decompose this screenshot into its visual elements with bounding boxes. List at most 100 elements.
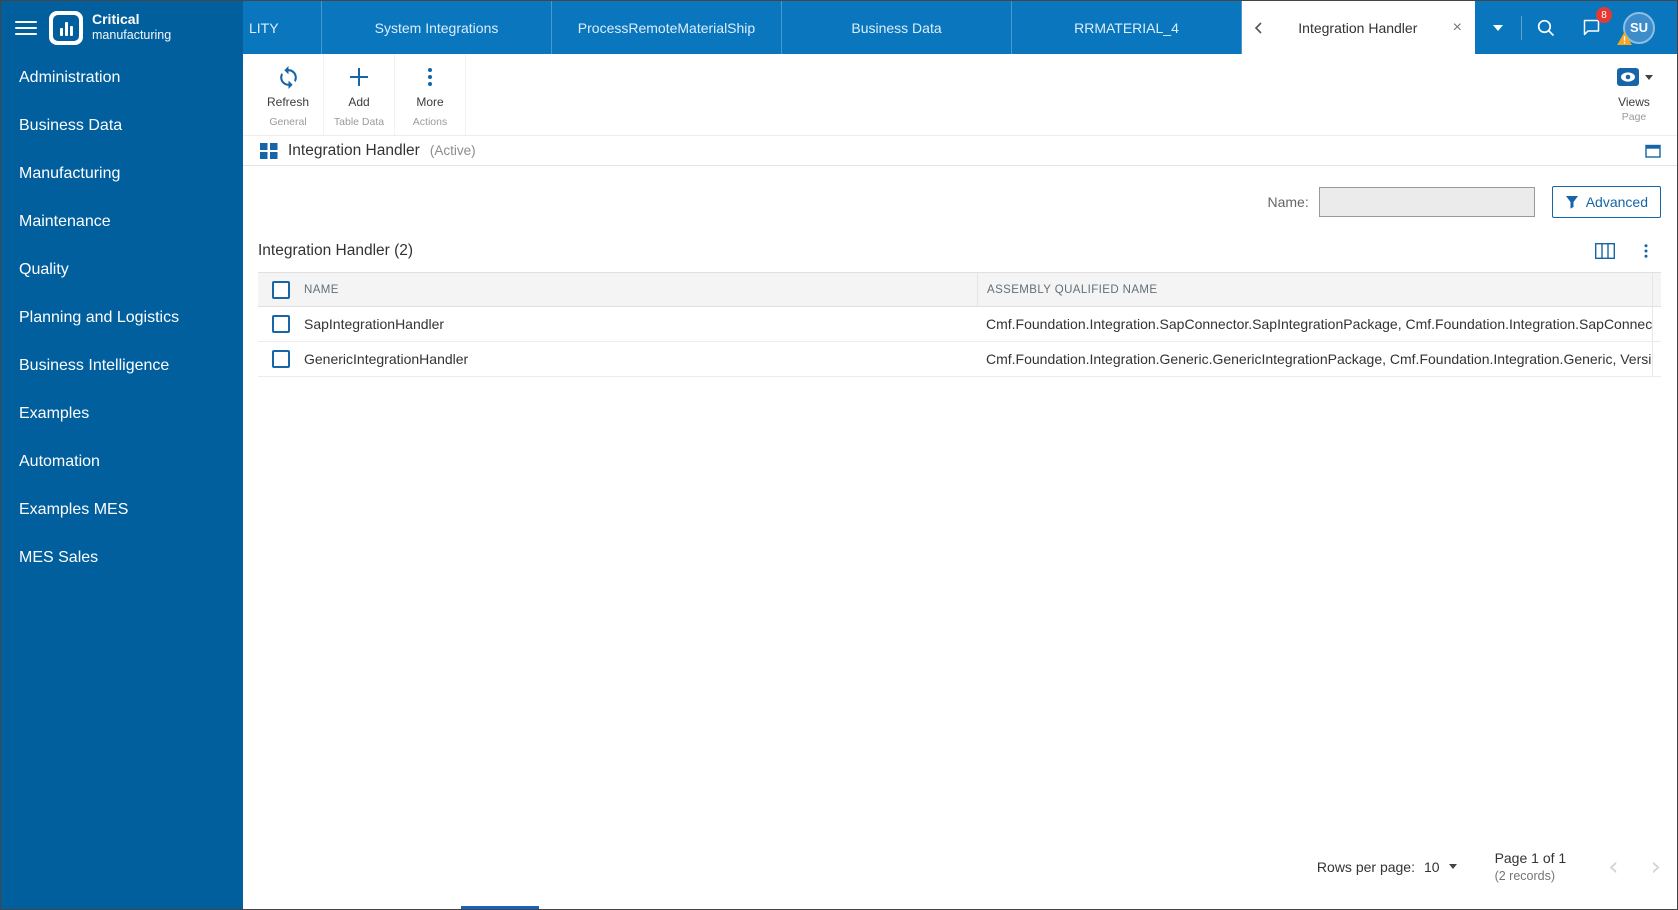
sidebar-header: Critical manufacturing <box>1 1 243 54</box>
views-button[interactable]: Views <box>1615 54 1653 109</box>
horizontal-scrollbar-thumb[interactable] <box>461 906 539 909</box>
refresh-label: Refresh <box>267 95 309 109</box>
search-icon <box>1535 17 1556 38</box>
app-window: Critical manufacturing Administration Bu… <box>0 0 1678 910</box>
company-logo: Critical manufacturing <box>49 11 171 45</box>
sidebar-item-label: Automation <box>19 453 100 471</box>
page-status: (Active) <box>430 143 476 158</box>
tab-rrmaterial-4[interactable]: RRMATERIAL_4 <box>1012 1 1242 54</box>
sidebar: Critical manufacturing Administration Bu… <box>1 1 243 909</box>
bar-chart-logo-icon <box>49 11 83 45</box>
more-label: More <box>416 95 443 109</box>
page-title: Integration Handler <box>288 142 420 160</box>
add-button[interactable]: Add <box>324 54 394 114</box>
advanced-filter-button[interactable]: Advanced <box>1552 186 1661 218</box>
sidebar-item-examples-mes[interactable]: Examples MES <box>1 486 243 534</box>
name-filter-label: Name: <box>1267 194 1308 210</box>
sidebar-item-label: Quality <box>19 261 69 279</box>
chevron-down-icon <box>1449 864 1457 869</box>
sidebar-item-business-data[interactable]: Business Data <box>1 102 243 150</box>
hamburger-menu-icon[interactable] <box>15 21 37 35</box>
logo-title: Critical <box>92 12 171 27</box>
columns-icon <box>1595 243 1615 259</box>
sidebar-item-mes-sales[interactable]: MES Sales <box>1 534 243 582</box>
header-gutter <box>1652 273 1661 306</box>
kebab-menu-icon <box>418 63 442 91</box>
plus-icon <box>346 63 372 91</box>
more-button[interactable]: More <box>395 54 465 114</box>
tab-label: LITY <box>249 20 279 36</box>
toolbar-group-label-table-data: Table Data <box>328 114 390 135</box>
close-icon[interactable]: × <box>1450 18 1465 38</box>
cell-name: GenericIntegrationHandler <box>304 351 977 367</box>
sidebar-item-automation[interactable]: Automation <box>1 438 243 486</box>
tab-system-integrations[interactable]: System Integrations <box>322 1 552 54</box>
sidebar-item-administration[interactable]: Administration <box>1 54 243 102</box>
sidebar-item-examples[interactable]: Examples <box>1 390 243 438</box>
column-header-assembly-qualified-name[interactable]: ASSEMBLY QUALIFIED NAME <box>977 273 1652 306</box>
sidebar-item-maintenance[interactable]: Maintenance <box>1 198 243 246</box>
notification-badge: 8 <box>1596 7 1612 23</box>
row-checkbox[interactable] <box>272 350 290 368</box>
refresh-button[interactable]: Refresh <box>253 54 323 114</box>
entity-grid-icon <box>260 143 278 159</box>
logo-subtitle: manufacturing <box>92 29 171 43</box>
select-all-checkbox[interactable] <box>272 281 290 299</box>
table-header-row: NAME ASSEMBLY QUALIFIED NAME <box>258 273 1661 307</box>
tab-integration-handler[interactable]: Integration Handler × <box>1242 1 1475 54</box>
tab-label: ProcessRemoteMaterialShip <box>578 20 755 36</box>
toolbar-group-table-data: Add Table Data <box>324 54 395 135</box>
sidebar-item-label: Business Intelligence <box>19 357 169 375</box>
table-row[interactable]: GenericIntegrationHandler Cmf.Foundation… <box>258 342 1661 377</box>
column-header-name[interactable]: NAME <box>304 284 977 296</box>
sidebar-item-business-intelligence[interactable]: Business Intelligence <box>1 342 243 390</box>
tab-process-remote-material-ship[interactable]: ProcessRemoteMaterialShip <box>552 1 782 54</box>
messages-button[interactable]: 8 <box>1568 1 1614 54</box>
rows-per-page-select[interactable]: Rows per page: 10 <box>1317 859 1457 875</box>
grid-menu-button[interactable] <box>1637 242 1655 260</box>
toolbar-group-label-page: Page <box>1616 109 1653 130</box>
sidebar-item-manufacturing[interactable]: Manufacturing <box>1 150 243 198</box>
name-filter-input[interactable] <box>1319 187 1535 217</box>
content-panel: Name: Advanced Integration Handler (2) <box>243 166 1677 909</box>
rows-per-page-value: 10 <box>1424 859 1440 875</box>
chevron-down-icon <box>1645 75 1653 80</box>
sidebar-item-quality[interactable]: Quality <box>1 246 243 294</box>
toolbar-group-label-actions: Actions <box>407 114 453 135</box>
toolbar: Refresh General Add Table Data <box>243 54 1677 136</box>
sidebar-item-planning-and-logistics[interactable]: Planning and Logistics <box>1 294 243 342</box>
prev-page-button[interactable]: ‹ <box>1608 854 1618 880</box>
tab-overflow-button[interactable] <box>1475 1 1521 54</box>
popout-button[interactable] <box>1645 143 1661 158</box>
warning-icon <box>1617 32 1632 50</box>
toolbar-group-general: Refresh General <box>253 54 324 135</box>
cell-assembly-qualified-name: Cmf.Foundation.Integration.SapConnector.… <box>977 316 1652 332</box>
popout-window-icon <box>1645 143 1661 158</box>
toolbar-group-label-general: General <box>263 114 312 135</box>
column-chooser-button[interactable] <box>1595 243 1615 259</box>
page-info-line: Page 1 of 1 <box>1495 850 1567 866</box>
table-row[interactable]: SapIntegrationHandler Cmf.Foundation.Int… <box>258 307 1661 342</box>
grid-title: Integration Handler (2) <box>258 242 413 260</box>
row-checkbox[interactable] <box>272 315 290 333</box>
sidebar-item-label: Business Data <box>19 117 122 135</box>
active-tab-label: Integration Handler <box>1298 20 1417 36</box>
tab-back-chevron-icon[interactable] <box>1252 21 1266 35</box>
search-button[interactable] <box>1522 1 1568 54</box>
tab-business-data[interactable]: Business Data <box>782 1 1012 54</box>
row-gutter <box>1652 307 1661 341</box>
tab-label: Business Data <box>851 20 941 36</box>
tab-label: RRMATERIAL_4 <box>1074 20 1179 36</box>
tab-lity[interactable]: LITY <box>243 1 322 54</box>
row-gutter <box>1652 342 1661 376</box>
toolbar-group-page: Views Page <box>1609 54 1677 135</box>
chevron-down-icon <box>1493 25 1503 31</box>
tab-bar: LITY System Integrations ProcessRemoteMa… <box>243 1 1677 54</box>
sidebar-item-label: Examples <box>19 405 89 423</box>
filter-funnel-icon <box>1565 195 1579 209</box>
sidebar-item-label: Planning and Logistics <box>19 309 179 327</box>
tabbar-controls: 8 SU <box>1475 1 1662 54</box>
data-table: NAME ASSEMBLY QUALIFIED NAME SapIntegrat… <box>258 272 1661 377</box>
next-page-button[interactable]: › <box>1651 854 1661 880</box>
cell-name: SapIntegrationHandler <box>304 316 977 332</box>
